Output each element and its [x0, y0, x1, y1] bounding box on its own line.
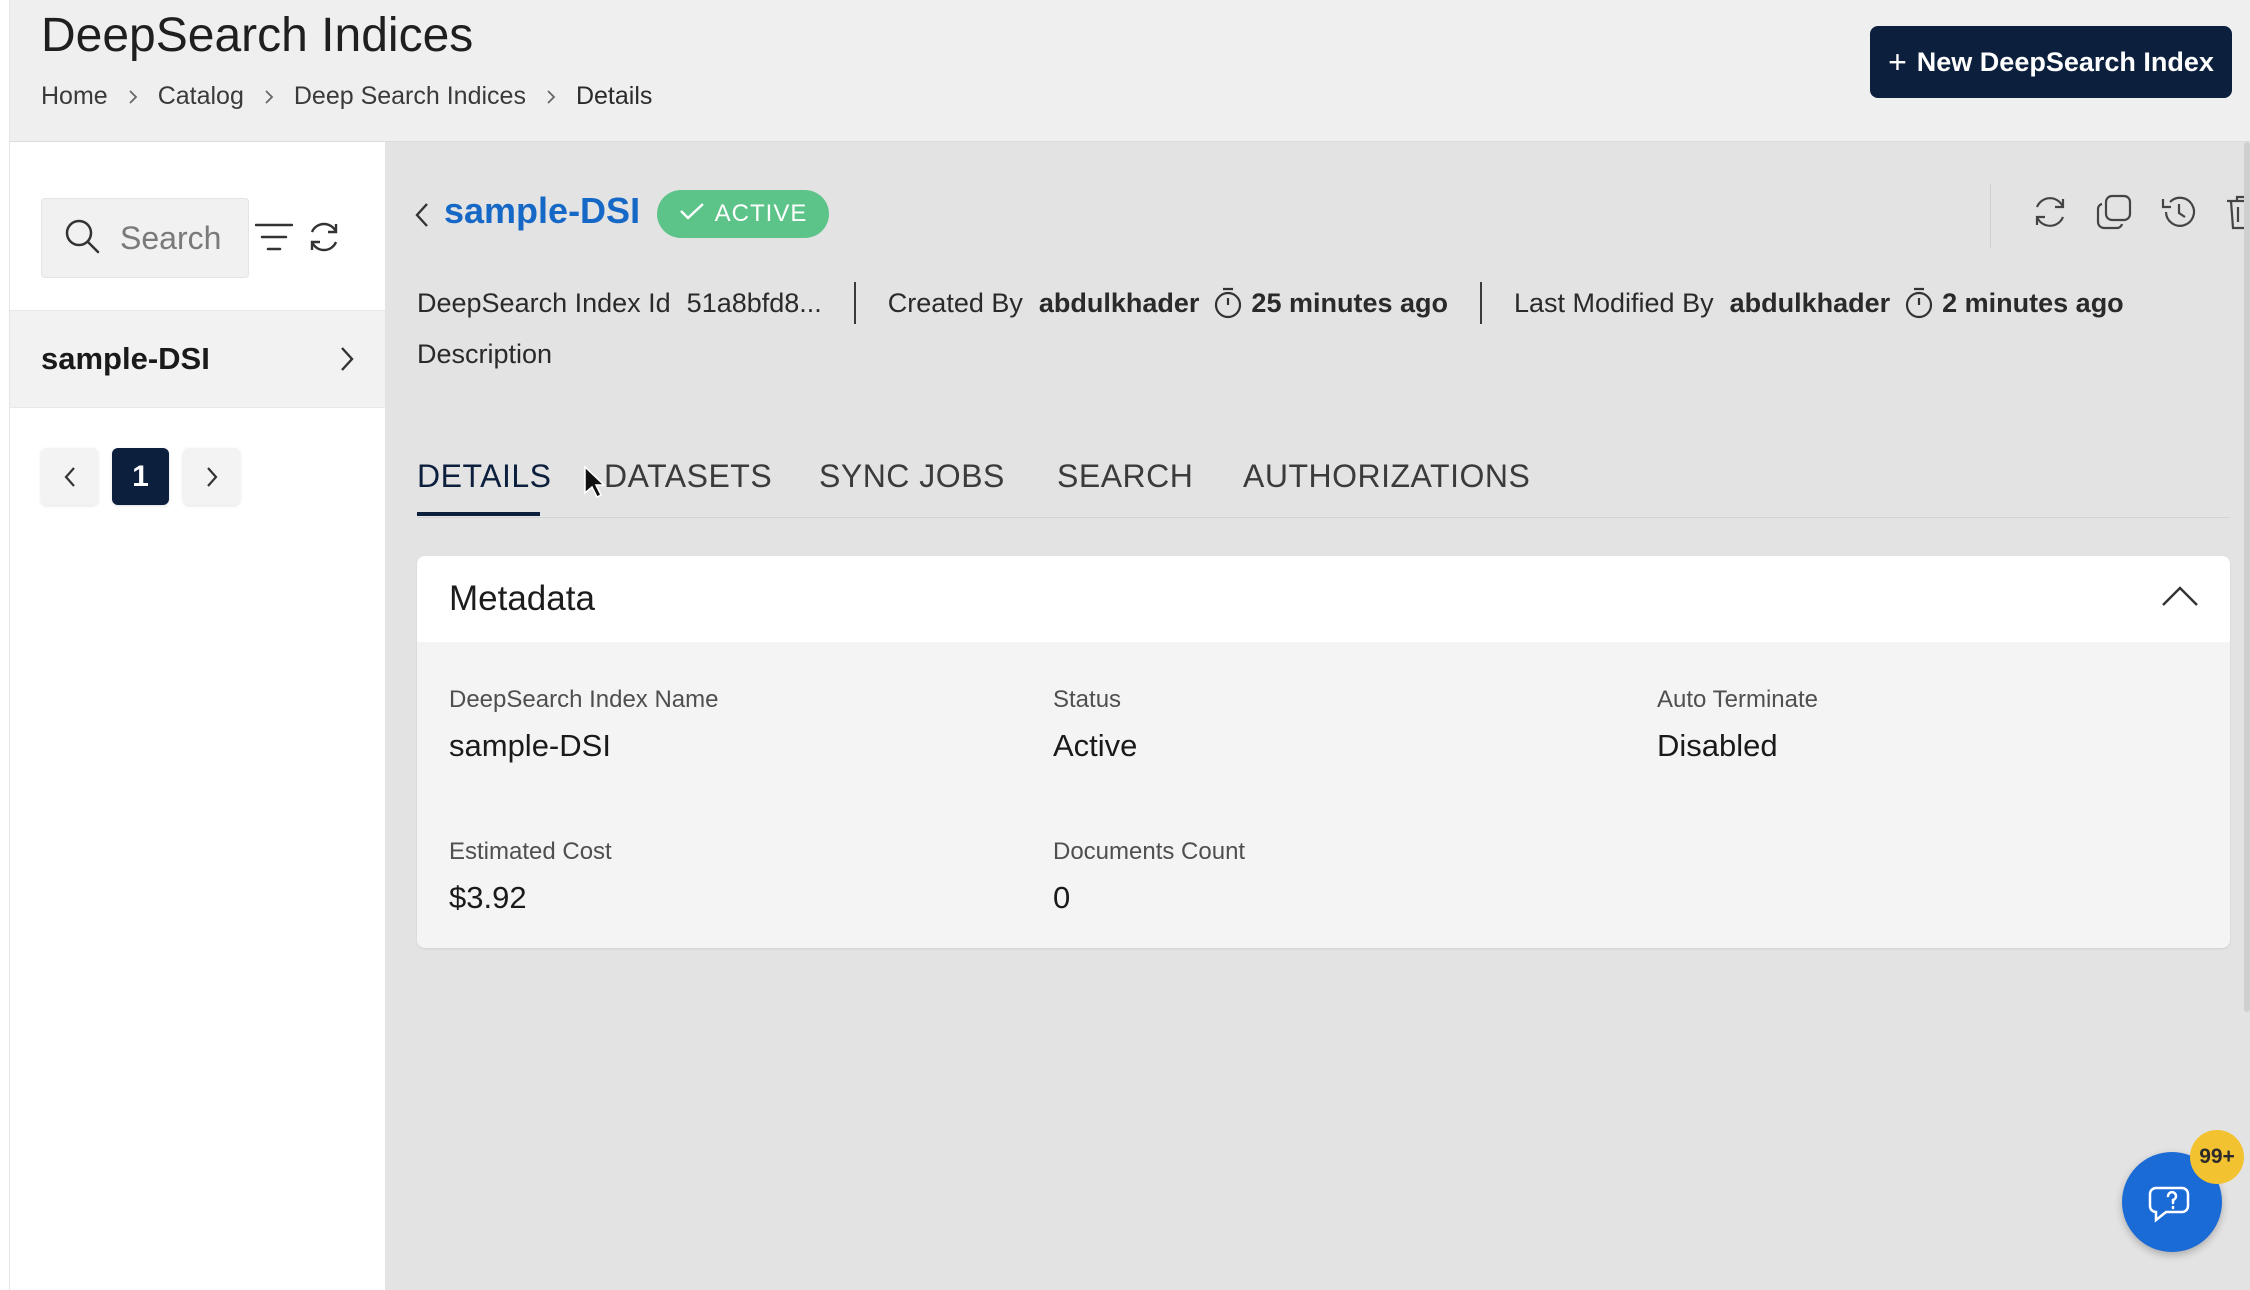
check-icon: [679, 200, 705, 228]
chevron-right-icon: [264, 89, 274, 105]
modified-by-user: abdulkhader: [1729, 287, 1891, 318]
breadcrumb-catalog[interactable]: Catalog: [158, 82, 244, 111]
tab-datasets[interactable]: DATASETS: [604, 458, 772, 495]
field-value: Active: [1053, 728, 1138, 763]
sidebar: sample-DSI 1: [10, 166, 385, 1290]
new-deepsearch-index-button[interactable]: + New DeepSearch Index: [1870, 26, 2232, 98]
modified-time: 2 minutes ago: [1942, 287, 2124, 318]
refresh-icon[interactable]: [306, 219, 342, 260]
prev-page-button[interactable]: [41, 448, 98, 505]
chevron-right-icon: [546, 89, 556, 105]
search-box[interactable]: [41, 198, 249, 278]
sidebar-item-sample-dsi[interactable]: sample-DSI: [10, 310, 385, 408]
notification-badge: 99+: [2190, 1130, 2244, 1184]
field-label: Estimated Cost: [449, 838, 612, 865]
chat-help-icon: [2144, 1174, 2200, 1231]
breadcrumb-deep-search-indices[interactable]: Deep Search Indices: [294, 82, 526, 111]
breadcrumb: Home Catalog Deep Search Indices Details: [41, 82, 652, 111]
status-badge: ACTIVE: [657, 190, 829, 238]
field-index-name: DeepSearch Index Name sample-DSI: [449, 686, 718, 764]
filter-icon[interactable]: [254, 222, 294, 257]
tab-search[interactable]: SEARCH: [1057, 458, 1193, 495]
field-label: Status: [1053, 686, 1122, 713]
tab-details[interactable]: DETAILS: [417, 458, 552, 495]
next-page-button[interactable]: [183, 448, 240, 505]
field-label: DeepSearch Index Name: [449, 686, 719, 713]
index-id-label: DeepSearch Index Id: [417, 287, 671, 318]
meta-divider: [1479, 282, 1482, 324]
page-number-button[interactable]: 1: [112, 448, 169, 505]
sidebar-item-label: sample-DSI: [41, 341, 210, 376]
field-label: Auto Terminate: [1657, 686, 1818, 713]
active-tab-indicator: [417, 512, 540, 516]
modified-by-label: Last Modified By: [1513, 287, 1714, 318]
index-id-value: 51a8bfd8...: [686, 287, 822, 318]
field-status: Status Active: [1053, 686, 1137, 764]
search-icon: [62, 216, 102, 261]
field-auto-terminate: Auto Terminate Disabled: [1657, 686, 1818, 764]
metadata-card: Metadata DeepSearch Index Name sample-DS…: [417, 556, 2230, 948]
search-input[interactable]: [120, 219, 230, 257]
field-estimated-cost: Estimated Cost $3.92: [449, 838, 612, 916]
meta-divider: [853, 282, 856, 324]
plus-icon: +: [1888, 44, 1907, 80]
metadata-card-header[interactable]: Metadata: [417, 556, 2230, 642]
metadata-title: Metadata: [449, 579, 595, 618]
field-value: sample-DSI: [449, 728, 611, 763]
tab-bar: DETAILS DATASETS SYNC JOBS SEARCH AUTHOR…: [417, 458, 2230, 518]
actions-divider: [1990, 184, 1991, 248]
breadcrumb-home[interactable]: Home: [41, 82, 108, 111]
chevron-right-icon: [128, 89, 138, 105]
history-icon[interactable]: [2158, 192, 2198, 232]
status-badge-label: ACTIVE: [714, 200, 808, 227]
field-value: Disabled: [1657, 728, 1778, 763]
copy-icon[interactable]: [2094, 192, 2134, 232]
tab-sync-jobs[interactable]: SYNC JOBS: [819, 458, 1005, 495]
scrollbar[interactable]: [2244, 142, 2250, 1012]
field-value: $3.92: [449, 880, 527, 915]
chevron-right-icon: [339, 345, 355, 381]
tab-authorizations[interactable]: AUTHORIZATIONS: [1243, 458, 1530, 495]
new-deepsearch-index-label: New DeepSearch Index: [1916, 46, 2214, 77]
main-content: sample-DSI ACTIVE DeepSearch Index Id 51…: [385, 142, 2250, 1290]
pagination: 1: [41, 448, 240, 505]
field-documents-count: Documents Count 0: [1053, 838, 1245, 916]
created-by-label: Created By: [887, 287, 1023, 318]
timer-icon: [1213, 286, 1243, 320]
field-label: Documents Count: [1053, 838, 1246, 865]
left-edge: [0, 0, 10, 1290]
mouse-cursor-icon: [583, 465, 606, 504]
sync-icon[interactable]: [2030, 192, 2070, 232]
chevron-up-icon[interactable]: [2160, 584, 2200, 613]
created-time: 25 minutes ago: [1251, 287, 1448, 318]
breadcrumb-details: Details: [575, 82, 653, 110]
created-by-user: abdulkhader: [1038, 287, 1200, 318]
field-value: 0: [1053, 880, 1071, 915]
index-title: sample-DSI: [444, 190, 641, 231]
index-meta-row: DeepSearch Index Id 51a8bfd8... Created …: [417, 282, 2124, 324]
timer-icon: [1904, 286, 1934, 320]
actions-toolbar: [2030, 192, 2250, 232]
page-header: DeepSearch Indices Home Catalog Deep Sea…: [10, 0, 2250, 142]
description-label: Description: [417, 339, 553, 369]
page-title: DeepSearch Indices: [41, 9, 474, 62]
back-chevron-icon[interactable]: [414, 201, 430, 234]
